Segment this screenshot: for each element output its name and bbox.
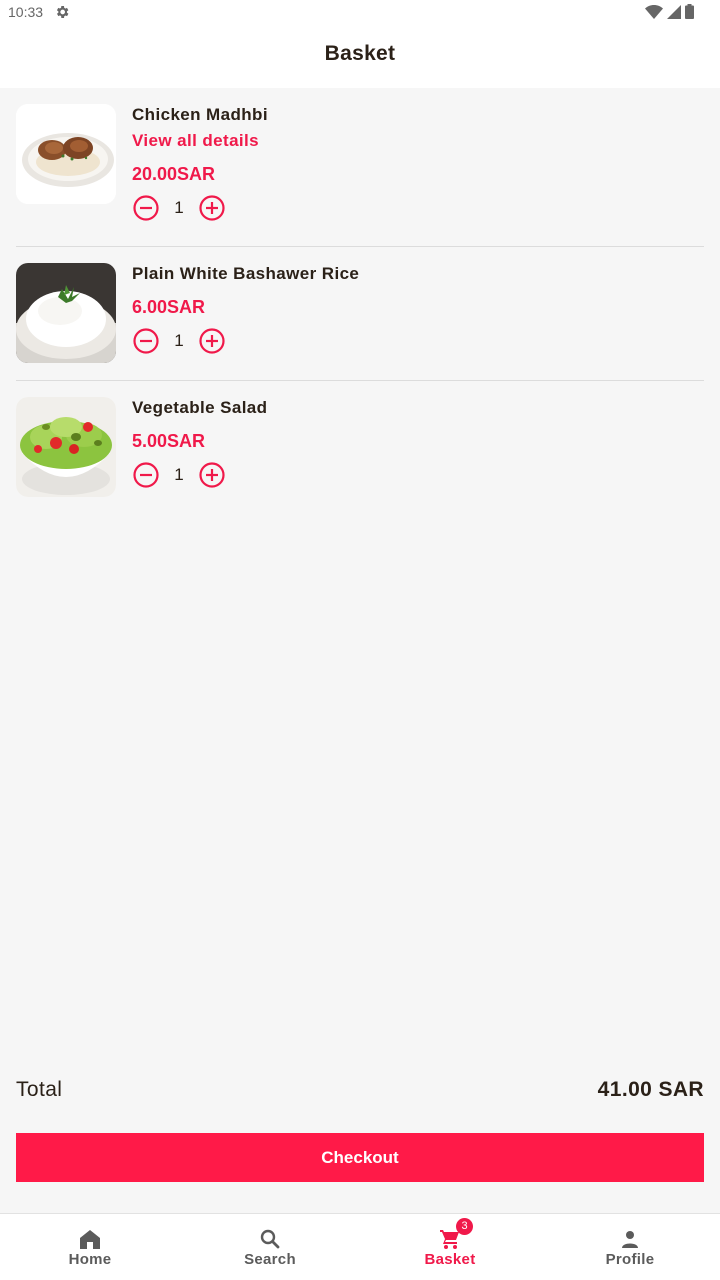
nav-label: Home — [68, 1251, 112, 1268]
settings-gear-icon — [56, 6, 69, 18]
vegetable-salad-image[interactable] — [16, 397, 116, 497]
basket-item: Vegetable Salad 5.00SAR 1 — [16, 380, 704, 498]
total-value: 41.00 SAR — [597, 1078, 704, 1101]
quantity-value: 1 — [174, 331, 184, 350]
app-bar: Basket — [0, 24, 720, 88]
nav-label: Basket — [424, 1251, 476, 1268]
nav-item-home[interactable]: Home — [0, 1214, 180, 1280]
decrease-quantity-icon[interactable] — [132, 194, 160, 222]
status-time: 10:33 — [8, 4, 44, 20]
item-info: Plain White Bashawer Rice 6.00SAR 1 — [132, 263, 359, 380]
bottom-nav: Home Search 3 Basket Profile — [0, 1213, 720, 1280]
basket-list: Chicken Madhbi View all details 20.00SAR… — [16, 104, 704, 498]
item-price: 20.00SAR — [132, 164, 216, 184]
nav-label: Profile — [605, 1251, 655, 1268]
nav-item-basket[interactable]: 3 Basket — [360, 1214, 540, 1280]
cart-count-badge: 3 — [456, 1218, 473, 1235]
checkout-button[interactable]: Checkout — [16, 1133, 704, 1182]
item-info: Chicken Madhbi View all details 20.00SAR… — [132, 104, 268, 246]
increase-quantity-icon[interactable] — [198, 327, 226, 355]
item-info: Vegetable Salad 5.00SAR 1 — [132, 397, 267, 498]
wifi-icon — [645, 4, 663, 19]
chicken-madhbi-image[interactable] — [16, 104, 116, 204]
status-bar: 10:33 — [0, 0, 720, 24]
increase-quantity-icon[interactable] — [198, 461, 226, 489]
decrease-quantity-icon[interactable] — [132, 461, 160, 489]
item-name: Chicken Madhbi — [132, 105, 268, 124]
plain-white-rice-image[interactable] — [16, 263, 116, 363]
total-label: Total — [16, 1078, 63, 1101]
increase-quantity-icon[interactable] — [198, 194, 226, 222]
basket-item: Plain White Bashawer Rice 6.00SAR 1 — [16, 246, 704, 380]
person-icon — [622, 1231, 638, 1248]
total-row: Total 41.00 SAR — [16, 1078, 704, 1102]
status-icons — [645, 4, 694, 19]
item-name: Vegetable Salad — [132, 398, 268, 417]
quantity-value: 1 — [174, 198, 184, 217]
search-icon — [260, 1229, 280, 1249]
item-price: 6.00SAR — [132, 297, 206, 317]
quantity-stepper: 1 — [132, 461, 267, 489]
nav-item-search[interactable]: Search — [180, 1214, 360, 1280]
basket-item: Chicken Madhbi View all details 20.00SAR… — [16, 104, 704, 246]
view-details-link[interactable]: View all details — [132, 130, 268, 152]
nav-label: Search — [244, 1251, 296, 1268]
quantity-stepper: 1 — [132, 194, 268, 222]
item-name: Plain White Bashawer Rice — [132, 264, 360, 283]
nav-item-profile[interactable]: Profile — [540, 1214, 720, 1280]
decrease-quantity-icon[interactable] — [132, 327, 160, 355]
home-icon — [80, 1230, 100, 1249]
quantity-stepper: 1 — [132, 327, 359, 355]
quantity-value: 1 — [174, 465, 184, 484]
page-title: Basket — [324, 42, 396, 65]
battery-icon — [685, 4, 694, 19]
item-price: 5.00SAR — [132, 431, 206, 451]
signal-icon — [667, 4, 681, 19]
